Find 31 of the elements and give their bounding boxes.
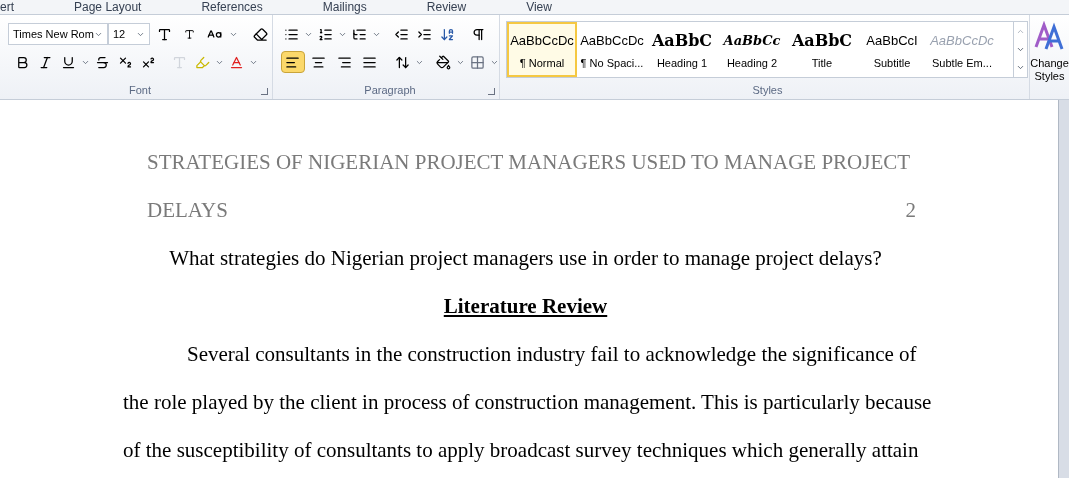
ribbon-tab[interactable]: Review <box>426 0 467 14</box>
dialog-launcher-icon[interactable] <box>488 88 495 95</box>
align-button[interactable] <box>281 51 305 73</box>
page-header: STRATEGIES OF NIGERIAN PROJECT MANAGERS USED TO MANAGE PROJECT DELAYS 2 <box>146 149 917 224</box>
scroll-down-icon[interactable] <box>1016 45 1025 54</box>
group-label: Styles <box>752 82 783 98</box>
align-lines-icon <box>285 54 301 70</box>
styles-letters-icon <box>1033 21 1066 51</box>
change-styles-button[interactable]: Change Styles <box>1030 15 1069 99</box>
style-gallery-item[interactable]: AaBbC Title <box>787 22 857 77</box>
style-gallery-item[interactable]: AaBbCcDc ¶ Normal <box>507 22 577 77</box>
group-label: Paragraph <box>364 82 416 98</box>
style-gallery-item[interactable]: AaBbCcDc Subtle Em... <box>927 22 997 77</box>
dialog-launcher-icon[interactable] <box>261 88 268 95</box>
align-lines-icon <box>362 54 378 70</box>
style-gallery-item[interactable]: AaBbCc Heading 2 <box>717 22 787 77</box>
align-lines-icon <box>310 54 326 70</box>
style-gallery-item[interactable]: AaBbC Heading 1 <box>647 22 717 77</box>
section-heading: Literature Review <box>442 293 609 320</box>
style-gallery-item[interactable]: AaBbCcDc ¶ No Spaci... <box>577 22 647 77</box>
font-size-field[interactable]: 12 <box>108 23 150 45</box>
ribbon-tab[interactable]: Mailings <box>322 0 367 14</box>
question-text: What strategies do Nigerian project managers use in order to manage project delays? <box>168 245 883 272</box>
ribbon-tab[interactable]: ert <box>0 0 14 14</box>
ribbon-tab[interactable]: View <box>526 0 552 14</box>
font-name-field[interactable]: Times New Rom <box>8 23 108 45</box>
align-lines-icon <box>336 54 352 70</box>
style-gallery-item[interactable]: AaBbCcI Subtitle <box>857 22 927 77</box>
group-label: Font <box>129 82 151 98</box>
ribbon-tab[interactable]: Page Layout <box>74 0 142 14</box>
ribbon-tab[interactable]: References <box>201 0 263 14</box>
